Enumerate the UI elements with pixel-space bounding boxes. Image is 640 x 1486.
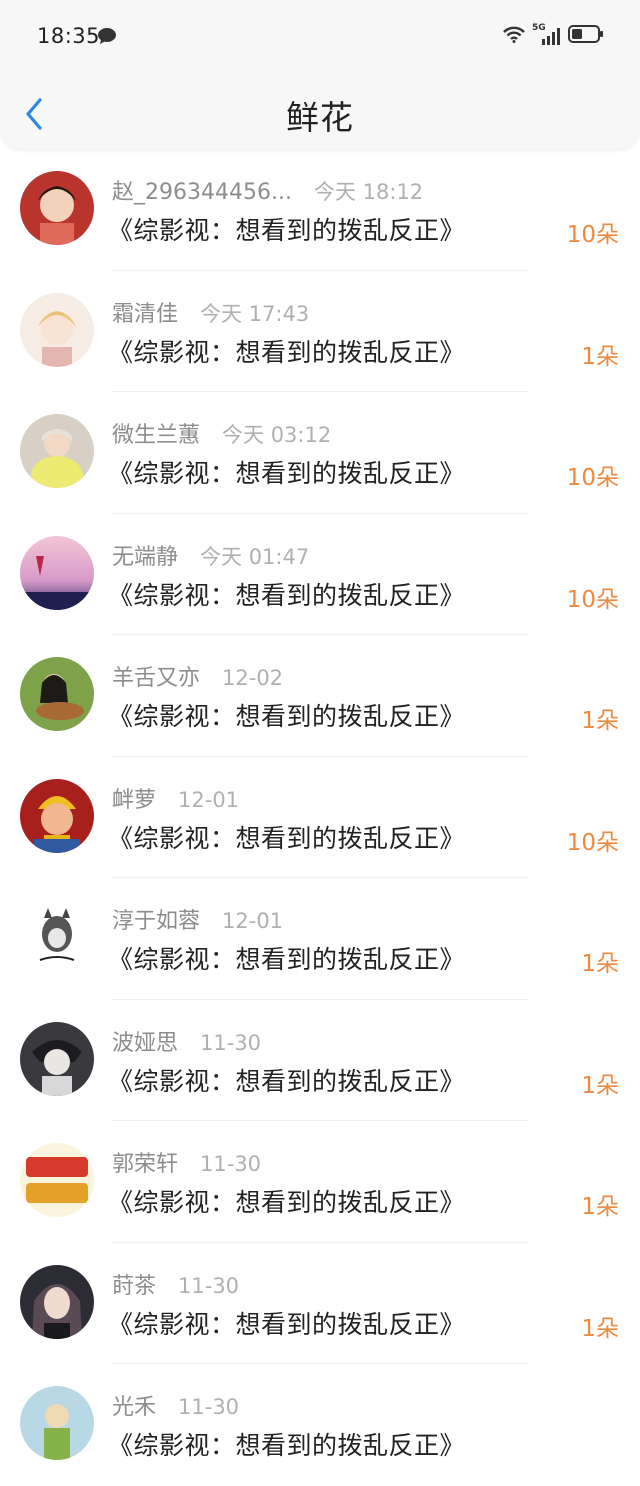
battery-icon <box>568 24 604 48</box>
item-meta: 莳茶 11-30 <box>112 1268 240 1299</box>
user-name[interactable]: 微生兰蕙 <box>112 423 200 448</box>
item-time: 今天 03:12 <box>222 423 332 447</box>
status-bar: 18:35 5G <box>0 0 640 75</box>
item-meta: 淳于如蓉 12-01 <box>112 903 284 934</box>
list-item[interactable]: 莳茶 11-30 《综影视：想看到的拨乱反正》 1朵 <box>0 1243 640 1364</box>
item-time: 11-30 <box>200 1152 262 1176</box>
book-title[interactable]: 《综影视：想看到的拨乱反正》 <box>108 333 465 369</box>
item-time: 11-30 <box>178 1273 240 1298</box>
item-time: 12-02 <box>222 666 284 690</box>
status-indicators: 5G <box>502 23 604 48</box>
list-item[interactable]: 羊舌又亦 12-02 《综影视：想看到的拨乱反正》 1朵 <box>0 635 640 757</box>
user-name[interactable]: 衅萝 <box>112 788 156 813</box>
book-title[interactable]: 《综影视：想看到的拨乱反正》 <box>108 940 465 976</box>
item-time: 11-30 <box>178 1395 240 1419</box>
avatar[interactable] <box>20 900 94 974</box>
user-name[interactable]: 淳于如蓉 <box>112 909 200 934</box>
list-item[interactable]: 赵_296344456... 今天 18:12 《综影视：想看到的拨乱反正》 10… <box>0 149 640 271</box>
item-time: 12-01 <box>222 909 284 933</box>
item-meta: 郭荣轩 11-30 <box>112 1146 262 1177</box>
flower-count: 1朵 <box>581 1315 619 1342</box>
avatar[interactable] <box>20 1021 94 1096</box>
list-item[interactable]: 波娅思 11-30 《综影视：想看到的拨乱反正》 1朵 <box>0 1000 640 1121</box>
avatar[interactable] <box>20 535 94 610</box>
avatar[interactable] <box>20 1143 94 1217</box>
list-item[interactable]: 微生兰蕙 今天 03:12 《综影视：想看到的拨乱反正》 10朵 <box>0 392 640 514</box>
user-name[interactable]: 莳茶 <box>112 1274 156 1299</box>
user-name[interactable]: 光禾 <box>112 1395 156 1420</box>
item-meta: 霜清佳 今天 17:43 <box>112 296 310 327</box>
flower-count: 1朵 <box>581 1194 619 1220</box>
wifi-icon <box>502 25 526 47</box>
book-title[interactable]: 《综影视：想看到的拨乱反正》 <box>108 1062 465 1098</box>
message-icon <box>97 27 117 49</box>
item-meta: 波娅思 11-30 <box>112 1025 262 1056</box>
list-item[interactable]: 淳于如蓉 12-01 《综影视：想看到的拨乱反正》 1朵 <box>0 878 640 1000</box>
flower-count: 10朵 <box>566 829 619 856</box>
flower-count: 1朵 <box>581 343 619 370</box>
flower-count: 10朵 <box>566 586 619 613</box>
list-item[interactable]: 衅萝 12-01 《综影视：想看到的拨乱反正》 10朵 <box>0 757 640 878</box>
list-item[interactable]: 霜清佳 今天 17:43 《综影视：想看到的拨乱反正》 1朵 <box>0 271 640 392</box>
user-name[interactable]: 羊舌又亦 <box>112 666 200 691</box>
item-time: 今天 18:12 <box>313 180 424 204</box>
book-title[interactable]: 《综影视：想看到的拨乱反正》 <box>108 454 465 490</box>
avatar[interactable] <box>20 778 94 853</box>
avatar[interactable] <box>20 1386 94 1460</box>
avatar[interactable] <box>20 657 94 731</box>
avatar[interactable] <box>20 414 94 488</box>
user-name[interactable]: 霜清佳 <box>112 302 178 327</box>
list-item[interactable]: 光禾 11-30 《综影视：想看到的拨乱反正》 <box>0 1364 640 1486</box>
avatar[interactable] <box>20 1264 94 1339</box>
book-title[interactable]: 《综影视：想看到的拨乱反正》 <box>108 1183 465 1219</box>
user-name[interactable]: 郭荣轩 <box>112 1152 178 1177</box>
item-time: 今天 17:43 <box>200 301 310 326</box>
signal-5g-icon: 5G <box>532 23 562 46</box>
book-title[interactable]: 《综影视：想看到的拨乱反正》 <box>108 1426 465 1462</box>
flower-count: 10朵 <box>566 465 619 491</box>
list-item[interactable]: 无端静 今天 01:47 《综影视：想看到的拨乱反正》 10朵 <box>0 514 640 635</box>
item-time: 11-30 <box>200 1030 262 1055</box>
page-title: 鲜花 <box>286 98 354 137</box>
item-meta: 光禾 11-30 <box>112 1389 240 1420</box>
user-name[interactable]: 波娅思 <box>112 1031 178 1056</box>
item-time: 12-01 <box>178 787 240 812</box>
avatar[interactable] <box>20 292 94 367</box>
nav-bar: 鲜花 <box>0 75 640 149</box>
book-title[interactable]: 《综影视：想看到的拨乱反正》 <box>108 697 465 733</box>
flower-count: 1朵 <box>581 708 619 734</box>
status-time: 18:35 <box>37 24 101 48</box>
user-name[interactable]: 无端静 <box>112 545 178 570</box>
item-meta: 无端静 今天 01:47 <box>112 539 310 570</box>
book-title[interactable]: 《综影视：想看到的拨乱反正》 <box>108 576 465 612</box>
user-name[interactable]: 赵_296344456... <box>112 180 292 205</box>
item-meta: 赵_296344456... 今天 18:12 <box>112 174 424 205</box>
list-item[interactable]: 郭荣轩 11-30 《综影视：想看到的拨乱反正》 1朵 <box>0 1121 640 1243</box>
book-title[interactable]: 《综影视：想看到的拨乱反正》 <box>108 211 465 247</box>
item-time: 今天 01:47 <box>200 544 310 569</box>
avatar[interactable] <box>20 171 94 245</box>
item-meta: 衅萝 12-01 <box>112 782 240 813</box>
item-meta: 微生兰蕙 今天 03:12 <box>112 417 332 448</box>
flower-count: 1朵 <box>581 951 619 977</box>
book-title[interactable]: 《综影视：想看到的拨乱反正》 <box>108 819 465 855</box>
flower-count: 10朵 <box>566 222 619 248</box>
item-meta: 羊舌又亦 12-02 <box>112 660 284 691</box>
book-title[interactable]: 《综影视：想看到的拨乱反正》 <box>108 1305 465 1341</box>
flower-count: 1朵 <box>581 1072 619 1099</box>
flower-list: 赵_296344456... 今天 18:12 《综影视：想看到的拨乱反正》 10… <box>0 149 640 1486</box>
